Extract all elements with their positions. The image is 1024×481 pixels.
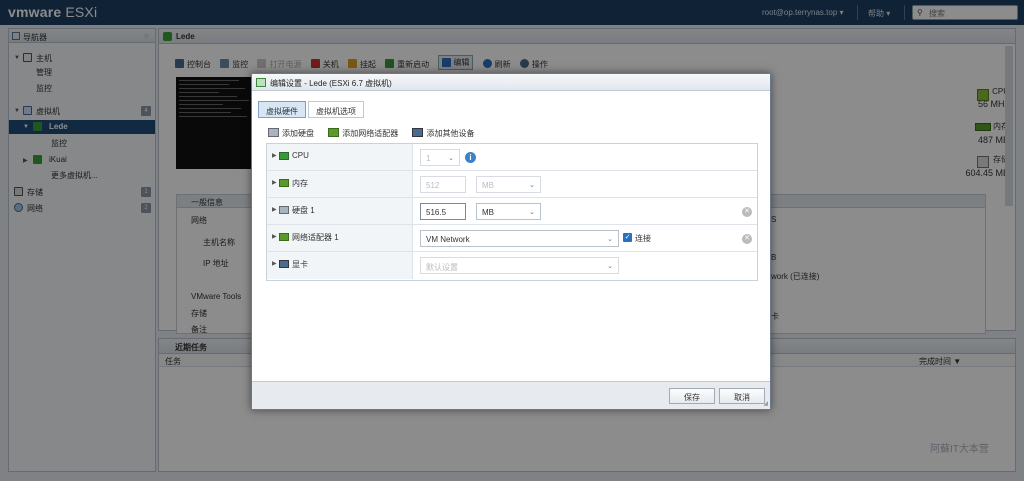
remove-network-icon[interactable]: ✕	[742, 234, 752, 244]
vm-edit-icon	[256, 78, 266, 87]
cancel-button[interactable]: 取消	[719, 388, 765, 404]
memory-unit-select[interactable]: MB ⌄	[476, 176, 541, 193]
hardware-label-cell[interactable]: ▶ 硬盘 1	[267, 198, 413, 224]
hardware-label-cell[interactable]: ▶ 显卡	[267, 252, 413, 279]
add-network-label: 添加网络适配器	[342, 129, 399, 138]
network-adapter-label: 网络适配器 1	[292, 233, 339, 242]
dialog-footer: 保存 取消 ◢	[252, 381, 770, 409]
virtual-hardware-table: ▶ CPU 1 ⌄ i ▶ 内存 512 MB ⌄ ▶ 硬盘 1 516.5 M…	[266, 143, 758, 281]
resize-handle-icon[interactable]: ◢	[763, 400, 768, 407]
dialog-title-bar: 编辑设置 - Lede (ESXi 6.7 虚拟机)	[252, 74, 770, 91]
expand-icon[interactable]: ▶	[272, 206, 277, 213]
tab-vm-options[interactable]: 虚拟机选项	[308, 101, 364, 118]
add-device-bar: 添加硬盘 添加网络适配器 添加其他设备	[268, 128, 486, 139]
hardware-label-cell[interactable]: ▶ 网络适配器 1	[267, 225, 413, 251]
disk-size-value: 516.5	[426, 208, 447, 217]
add-disk-label: 添加硬盘	[282, 129, 314, 138]
remove-disk-icon[interactable]: ✕	[742, 207, 752, 217]
save-button[interactable]: 保存	[669, 388, 715, 404]
info-icon[interactable]: i	[465, 152, 476, 163]
chevron-down-icon: ⌄	[529, 209, 535, 216]
dialog-tabs: 虚拟硬件 虚拟机选项	[258, 101, 366, 118]
disk-size-input[interactable]: 516.5	[420, 203, 466, 220]
cpu-label: CPU	[292, 151, 309, 160]
harddisk-label: 硬盘 1	[292, 206, 315, 215]
network-adapter-icon	[328, 128, 340, 137]
add-network-adapter-button[interactable]: 添加网络适配器	[328, 128, 398, 139]
memory-label: 内存	[292, 179, 308, 188]
expand-icon[interactable]: ▶	[272, 233, 277, 240]
add-other-device-button[interactable]: 添加其他设备	[412, 128, 474, 139]
memory-size-input[interactable]: 512	[420, 176, 466, 193]
expand-icon[interactable]: ▶	[272, 260, 277, 267]
cpu-count-select[interactable]: 1 ⌄	[420, 149, 460, 166]
network-select[interactable]: VM Network ⌄	[420, 230, 619, 247]
disk-unit-select[interactable]: MB ⌄	[476, 203, 541, 220]
hardware-label-cell[interactable]: ▶ 内存	[267, 171, 413, 197]
video-card-icon	[279, 260, 289, 268]
hardware-row-network-adapter: ▶ 网络适配器 1 VM Network ⌄ ✓ 连接 ✕	[267, 225, 757, 252]
chevron-down-icon: ⌄	[607, 236, 613, 243]
chevron-down-icon: ⌄	[448, 155, 454, 162]
disk-unit-value: MB	[482, 208, 494, 217]
disk-icon	[268, 128, 279, 137]
video-settings-select[interactable]: 默认设置 ⌄	[420, 257, 619, 274]
memory-icon	[279, 179, 289, 187]
hardware-row-harddisk: ▶ 硬盘 1 516.5 MB ⌄ ✕	[267, 198, 757, 225]
edit-settings-dialog: 编辑设置 - Lede (ESXi 6.7 虚拟机) 虚拟硬件 虚拟机选项 添加硬…	[251, 73, 771, 410]
dialog-title: 编辑设置 - Lede (ESXi 6.7 虚拟机)	[270, 79, 392, 88]
tab-virtual-hardware[interactable]: 虚拟硬件	[258, 101, 306, 118]
disk-icon	[279, 206, 289, 214]
memory-size-value: 512	[426, 181, 440, 190]
network-adapter-icon	[279, 233, 289, 241]
hardware-row-memory: ▶ 内存 512 MB ⌄	[267, 171, 757, 198]
cpu-count-value: 1	[426, 154, 431, 163]
hardware-row-video-card: ▶ 显卡 默认设置 ⌄	[267, 252, 757, 279]
cpu-chip-icon	[279, 152, 289, 160]
memory-unit-value: MB	[482, 181, 494, 190]
device-icon	[412, 128, 424, 137]
expand-icon[interactable]: ▶	[272, 152, 277, 159]
video-card-label: 显卡	[292, 260, 308, 269]
expand-icon[interactable]: ▶	[272, 179, 277, 186]
video-settings-value: 默认设置	[426, 263, 458, 272]
connect-label: 连接	[635, 234, 651, 243]
network-select-value: VM Network	[426, 235, 470, 244]
chevron-down-icon: ⌄	[607, 263, 613, 270]
add-disk-button[interactable]: 添加硬盘	[268, 128, 314, 139]
add-other-label: 添加其他设备	[426, 129, 475, 138]
chevron-down-icon: ⌄	[529, 182, 535, 189]
hardware-label-cell[interactable]: ▶ CPU	[267, 144, 413, 170]
connect-checkbox[interactable]: ✓	[623, 233, 632, 242]
hardware-row-cpu: ▶ CPU 1 ⌄ i	[267, 144, 757, 171]
